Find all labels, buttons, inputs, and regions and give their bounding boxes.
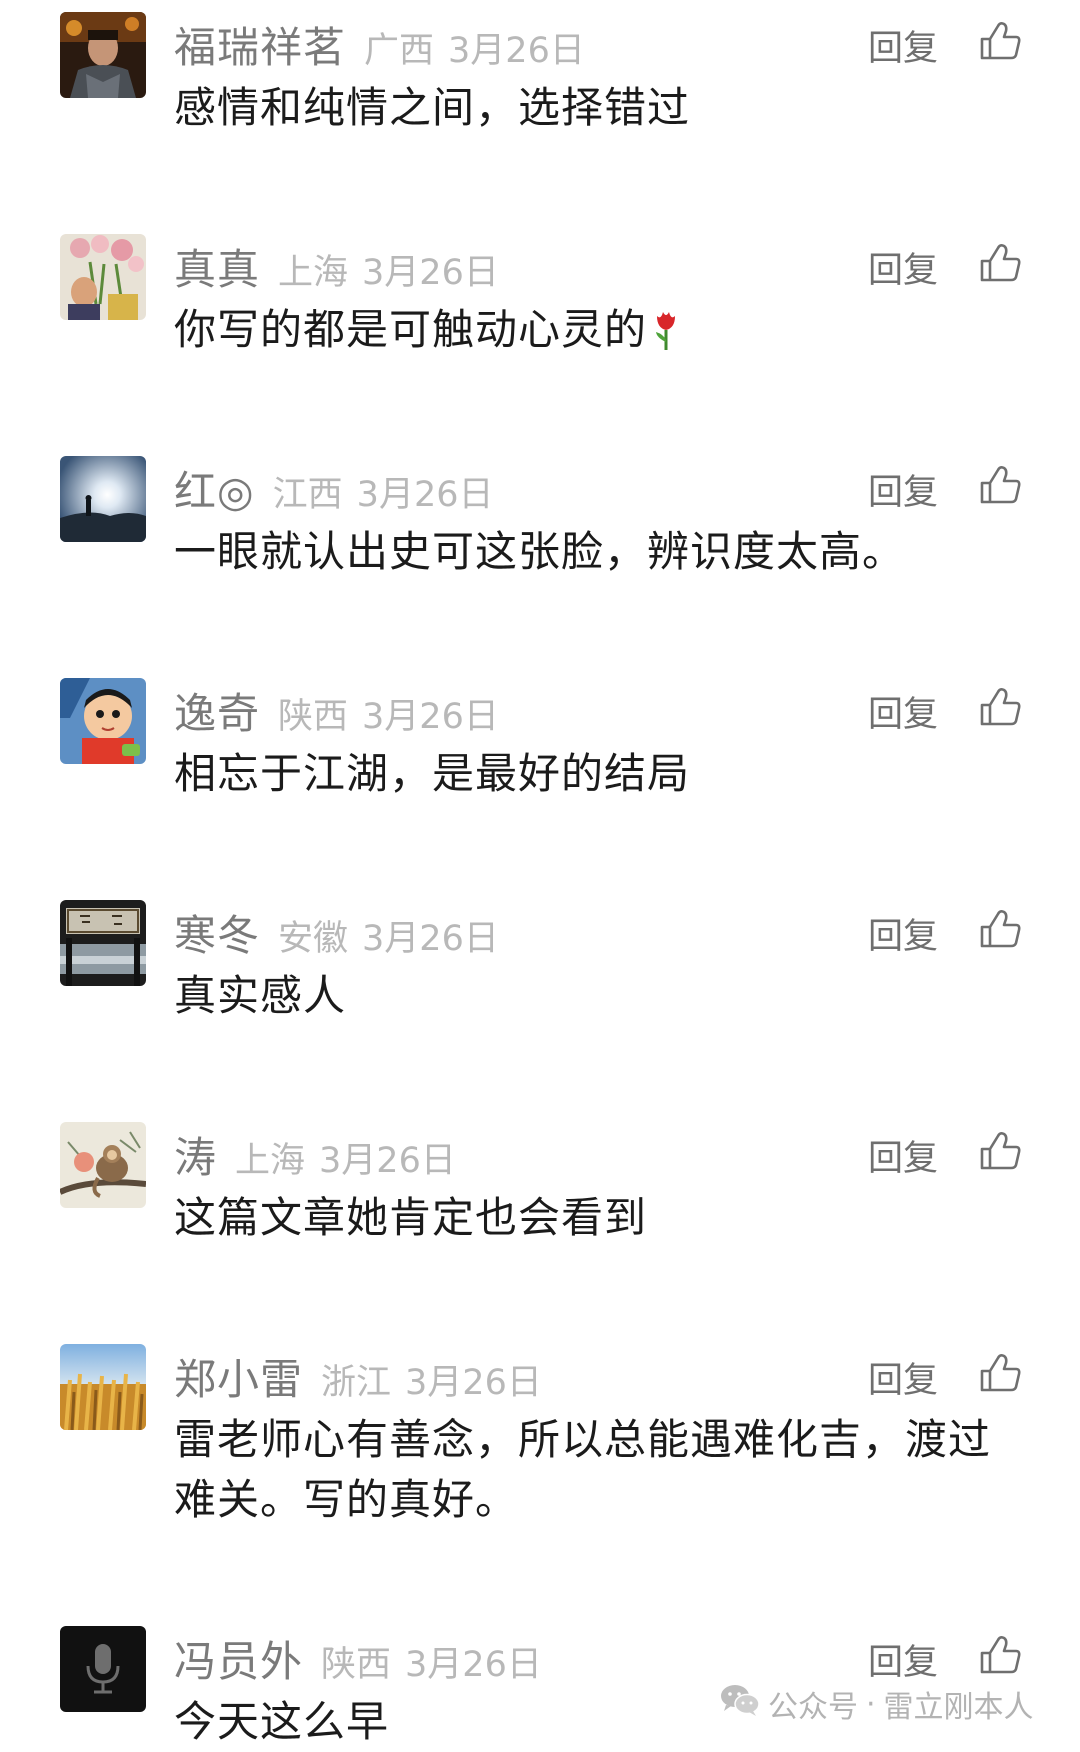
nickname[interactable]: 红◎ (174, 458, 255, 519)
date-label: 3月26日 (448, 31, 585, 71)
reply-button[interactable]: 回复 (868, 1634, 938, 1685)
avatar-image (60, 1122, 146, 1208)
nickname[interactable]: 真真 (174, 236, 260, 297)
avatar[interactable] (60, 12, 146, 98)
reply-button[interactable]: 回复 (868, 464, 938, 515)
region-label: 上海 (278, 253, 349, 293)
like-button[interactable] (978, 1350, 1024, 1396)
date-label: 3月26日 (356, 475, 494, 515)
region-label: 浙江 (321, 1363, 392, 1403)
region-label: 广西 (364, 31, 435, 71)
date-label: 3月26日 (362, 697, 499, 737)
date-label: 3月26日 (405, 1645, 542, 1685)
region-label: 陕西 (278, 697, 349, 737)
region-label: 陕西 (321, 1645, 392, 1685)
comment-text: 雷老师心有善念，所以总能遇难化吉，渡过 难关。写的真好。 (174, 1410, 1014, 1530)
comment-text: 一眼就认出史可这张脸，辨识度太高。 (174, 527, 906, 576)
comment-meta: 涛 上海 3月26日 (174, 1124, 456, 1182)
region-label: 上海 (235, 1141, 306, 1181)
like-button[interactable] (978, 462, 1024, 508)
region-label: 江西 (272, 475, 343, 515)
avatar-image (60, 1344, 146, 1430)
avatar-image (60, 456, 146, 542)
avatar[interactable] (60, 234, 146, 320)
comment-meta: 寒冬 安徽 3月26日 (174, 902, 499, 960)
thumbs-up-icon (980, 466, 1021, 504)
like-button[interactable] (978, 1128, 1024, 1174)
like-button[interactable] (978, 684, 1024, 730)
avatar[interactable] (60, 456, 146, 542)
comment-meta: 郑小雷 浙江 3月26日 (174, 1346, 542, 1404)
thumbs-up-icon (980, 1636, 1021, 1674)
avatar-image (60, 900, 146, 986)
nickname[interactable]: 逸奇 (174, 680, 260, 741)
date-label: 3月26日 (362, 253, 499, 293)
like-button[interactable] (978, 906, 1024, 952)
comment-text: 感情和纯情之间，选择错过 (174, 83, 691, 132)
avatar[interactable] (60, 1122, 146, 1208)
like-button[interactable] (978, 240, 1024, 286)
date-label: 3月26日 (319, 1141, 456, 1181)
comment-text: 真实感人 (174, 971, 347, 1020)
avatar[interactable] (60, 678, 146, 764)
comment-meta: 福瑞祥茗 广西 3月26日 (174, 14, 585, 72)
thumbs-up-icon (980, 1132, 1021, 1170)
reply-button[interactable]: 回复 (868, 1352, 938, 1403)
rose-icon (651, 308, 681, 368)
thumbs-up-icon (980, 688, 1021, 726)
watermark-label: 公众号 (768, 1690, 858, 1725)
comment-text: 相忘于江湖，是最好的结局 (174, 749, 691, 798)
reply-button[interactable]: 回复 (868, 686, 938, 737)
avatar[interactable] (60, 900, 146, 986)
comment-meta: 冯员外 陕西 3月26日 (174, 1628, 542, 1686)
wechat-icon (720, 1683, 760, 1725)
nickname[interactable]: 冯员外 (174, 1628, 303, 1689)
like-button[interactable] (978, 18, 1024, 64)
reply-button[interactable]: 回复 (868, 908, 938, 959)
date-label: 3月26日 (362, 919, 499, 959)
avatar-image (60, 678, 146, 764)
like-button[interactable] (978, 1632, 1024, 1678)
comment-text-line: 雷老师心有善念，所以总能遇难化吉，渡过 (174, 1415, 992, 1464)
thumbs-up-icon (980, 22, 1021, 60)
reply-button[interactable]: 回复 (868, 20, 938, 71)
microphone-icon (60, 1626, 146, 1712)
wechat-watermark: 公众号 · 雷立刚本人 (720, 1682, 1034, 1726)
avatar[interactable] (60, 1626, 146, 1712)
comment-text: 你写的都是可触动心灵的 (174, 300, 1014, 368)
reply-button[interactable]: 回复 (868, 242, 938, 293)
thumbs-up-icon (980, 910, 1021, 948)
watermark-account: 雷立刚本人 (883, 1690, 1034, 1725)
reply-button[interactable]: 回复 (868, 1130, 938, 1181)
nickname[interactable]: 福瑞祥茗 (174, 14, 346, 75)
nickname[interactable]: 寒冬 (174, 902, 260, 963)
comment-meta: 真真 上海 3月26日 (174, 236, 499, 294)
avatar-image (60, 12, 146, 98)
comment-meta: 逸奇 陕西 3月26日 (174, 680, 499, 738)
watermark-separator: · (866, 1686, 876, 1722)
avatar-image (60, 234, 146, 320)
comment-text-body: 你写的都是可触动心灵的 (174, 305, 648, 354)
comment-text: 这篇文章她肯定也会看到 (174, 1193, 648, 1242)
nickname[interactable]: 涛 (174, 1124, 217, 1185)
comment-meta: 红◎ 江西 3月26日 (174, 458, 493, 516)
region-label: 安徽 (278, 919, 349, 959)
thumbs-up-icon (980, 1354, 1021, 1392)
thumbs-up-icon (980, 244, 1021, 282)
date-label: 3月26日 (405, 1363, 542, 1403)
comment-text-line: 难关。写的真好。 (174, 1475, 519, 1524)
nickname[interactable]: 郑小雷 (174, 1346, 303, 1407)
avatar[interactable] (60, 1344, 146, 1430)
